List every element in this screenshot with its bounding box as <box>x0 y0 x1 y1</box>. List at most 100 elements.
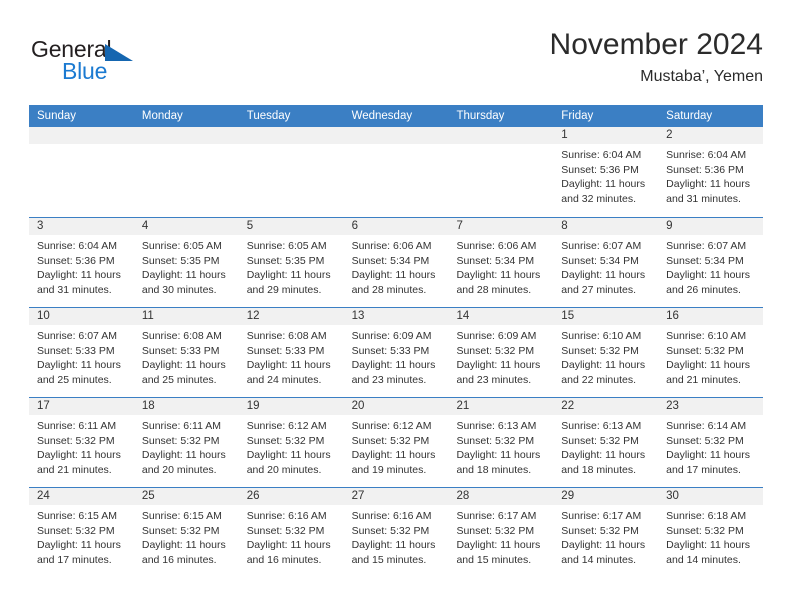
day-detail-line: Daylight: 11 hours <box>561 178 646 190</box>
day-details: Sunrise: 6:04 AM Sunset: 5:36 PM Daylight:… <box>29 235 134 297</box>
day-detail-line: Sunset: 5:32 PM <box>351 524 430 537</box>
day-cell-28[interactable]: 28 Sunrise: 6:17 AM Sunset: 5:32 PM Dayligh… <box>448 488 554 577</box>
day-details: Sunrise: 6:04 AM Sunset: 5:36 PM Daylight:… <box>658 144 763 206</box>
day-cell-empty <box>238 127 344 217</box>
day-cell-26[interactable]: 26 Sunrise: 6:16 AM Sunset: 5:32 PM Dayligh… <box>238 488 344 577</box>
day-detail-line: Sunset: 5:35 PM <box>246 254 325 267</box>
day-detail-line: Daylight: 11 hours <box>561 449 646 461</box>
day-number-band: 25 <box>133 488 239 505</box>
day-cell-1[interactable]: 1 Sunrise: 6:04 AM Sunset: 5:36 PM Daylight… <box>553 127 659 217</box>
day-details: Sunrise: 6:16 AM Sunset: 5:32 PM Daylight:… <box>344 505 449 567</box>
day-detail-line: and 19 minutes. <box>351 463 427 476</box>
day-cell-8[interactable]: 8 Sunrise: 6:07 AM Sunset: 5:34 PM Daylight… <box>553 218 659 307</box>
day-cell-18[interactable]: 18 Sunrise: 6:11 AM Sunset: 5:32 PM Dayligh… <box>133 398 239 487</box>
day-cell-20[interactable]: 20 Sunrise: 6:12 AM Sunset: 5:32 PM Dayligh… <box>343 398 449 487</box>
day-detail-line: Daylight: 11 hours <box>141 449 226 461</box>
day-number-band: 2 <box>658 127 764 144</box>
day-number-band: 19 <box>238 398 344 415</box>
day-cell-3[interactable]: 3 Sunrise: 6:04 AM Sunset: 5:36 PM Daylight… <box>29 218 134 307</box>
day-detail-line: Daylight: 11 hours <box>456 269 541 281</box>
day-cell-2[interactable]: 2 Sunrise: 6:04 AM Sunset: 5:36 PM Daylight… <box>658 127 764 217</box>
day-detail-line: and 17 minutes. <box>666 463 741 476</box>
day-detail-line: and 21 minutes. <box>666 373 741 386</box>
day-number-band: 1 <box>553 127 659 144</box>
day-detail-line: Sunset: 5:33 PM <box>37 344 115 357</box>
day-cell-16[interactable]: 16 Sunrise: 6:10 AM Sunset: 5:32 PM Dayligh… <box>658 308 764 397</box>
day-detail-line: and 20 minutes. <box>246 463 322 476</box>
day-detail-line: and 25 minutes. <box>141 373 217 386</box>
day-detail-line: Sunset: 5:32 PM <box>37 524 115 537</box>
day-details: Sunrise: 6:15 AM Sunset: 5:32 PM Daylight:… <box>29 505 134 567</box>
day-details: Sunrise: 6:16 AM Sunset: 5:32 PM Daylight:… <box>239 505 344 567</box>
day-detail-line: Sunrise: 6:07 AM <box>561 240 642 252</box>
day-cell-25[interactable]: 25 Sunrise: 6:15 AM Sunset: 5:32 PM Dayligh… <box>133 488 239 577</box>
day-detail-line: Sunrise: 6:07 AM <box>666 240 747 252</box>
day-number-band: 23 <box>658 398 764 415</box>
day-detail-line: and 14 minutes. <box>561 553 637 566</box>
day-cell-12[interactable]: 12 Sunrise: 6:08 AM Sunset: 5:33 PM Dayligh… <box>238 308 344 397</box>
day-cell-empty <box>29 127 134 217</box>
day-detail-line: Daylight: 11 hours <box>666 449 751 461</box>
day-number-band <box>238 127 344 144</box>
day-detail-line: Sunrise: 6:18 AM <box>666 510 747 522</box>
day-details: Sunrise: 6:08 AM Sunset: 5:33 PM Daylight:… <box>239 325 344 387</box>
day-cell-empty <box>133 127 239 217</box>
day-details: Sunrise: 6:08 AM Sunset: 5:33 PM Daylight:… <box>134 325 239 387</box>
page-header: General Blue November 2024 Mustaba’, Yem… <box>29 28 763 100</box>
day-cell-24[interactable]: 24 Sunrise: 6:15 AM Sunset: 5:32 PM Dayligh… <box>29 488 134 577</box>
day-detail-line: Daylight: 11 hours <box>246 359 331 371</box>
day-cell-5[interactable]: 5 Sunrise: 6:05 AM Sunset: 5:35 PM Daylight… <box>238 218 344 307</box>
day-details: Sunrise: 6:13 AM Sunset: 5:32 PM Daylight:… <box>553 415 658 477</box>
day-detail-line: Sunrise: 6:12 AM <box>351 420 432 432</box>
day-cell-23[interactable]: 23 Sunrise: 6:14 AM Sunset: 5:32 PM Dayligh… <box>658 398 764 487</box>
day-number-band: 18 <box>133 398 239 415</box>
day-detail-line: Sunset: 5:33 PM <box>351 344 430 357</box>
day-detail-line: Sunrise: 6:17 AM <box>561 510 642 522</box>
day-cell-22[interactable]: 22 Sunrise: 6:13 AM Sunset: 5:32 PM Dayligh… <box>553 398 659 487</box>
day-cell-15[interactable]: 15 Sunrise: 6:10 AM Sunset: 5:32 PM Dayligh… <box>553 308 659 397</box>
day-detail-line: Sunset: 5:36 PM <box>37 254 115 267</box>
day-number: 19 <box>246 400 260 412</box>
day-detail-line: Daylight: 11 hours <box>351 449 436 461</box>
day-cell-13[interactable]: 13 Sunrise: 6:09 AM Sunset: 5:33 PM Dayligh… <box>343 308 449 397</box>
day-detail-line: and 14 minutes. <box>666 553 741 566</box>
day-cell-17[interactable]: 17 Sunrise: 6:11 AM Sunset: 5:32 PM Dayligh… <box>29 398 134 487</box>
day-detail-line: Sunrise: 6:11 AM <box>141 420 222 432</box>
day-detail-line: Sunrise: 6:09 AM <box>351 330 432 342</box>
day-detail-line: and 17 minutes. <box>37 553 112 566</box>
day-cell-11[interactable]: 11 Sunrise: 6:08 AM Sunset: 5:33 PM Dayligh… <box>133 308 239 397</box>
day-details: Sunrise: 6:12 AM Sunset: 5:32 PM Daylight:… <box>239 415 344 477</box>
day-number-band: 15 <box>553 308 659 325</box>
day-number: 3 <box>37 220 44 232</box>
day-number-band: 7 <box>448 218 554 235</box>
day-detail-line: Sunrise: 6:05 AM <box>141 240 222 252</box>
day-detail-line: and 23 minutes. <box>456 373 532 386</box>
day-number-band: 6 <box>343 218 449 235</box>
day-cell-10[interactable]: 10 Sunrise: 6:07 AM Sunset: 5:33 PM Dayligh… <box>29 308 134 397</box>
weekday-header-tuesday: Tuesday <box>246 110 291 122</box>
day-detail-line: and 26 minutes. <box>666 283 741 296</box>
general-blue-logo[interactable]: General Blue <box>29 36 229 92</box>
day-detail-line: Daylight: 11 hours <box>37 539 121 551</box>
day-cell-9[interactable]: 9 Sunrise: 6:07 AM Sunset: 5:34 PM Daylight… <box>658 218 764 307</box>
weekday-header-row: Sunday Monday Tuesday Wednesday Thursday Frid… <box>29 105 763 127</box>
day-number-band: 9 <box>658 218 764 235</box>
day-cell-27[interactable]: 27 Sunrise: 6:16 AM Sunset: 5:32 PM Dayligh… <box>343 488 449 577</box>
day-cell-4[interactable]: 4 Sunrise: 6:05 AM Sunset: 5:35 PM Daylight… <box>133 218 239 307</box>
day-detail-line: Sunrise: 6:10 AM <box>561 330 642 342</box>
day-detail-line: and 21 minutes. <box>37 463 112 476</box>
day-detail-line: and 32 minutes. <box>561 192 637 205</box>
day-cell-19[interactable]: 19 Sunrise: 6:12 AM Sunset: 5:32 PM Dayligh… <box>238 398 344 487</box>
day-detail-line: Sunrise: 6:17 AM <box>456 510 537 522</box>
day-cell-21[interactable]: 21 Sunrise: 6:13 AM Sunset: 5:32 PM Dayligh… <box>448 398 554 487</box>
day-cell-7[interactable]: 7 Sunrise: 6:06 AM Sunset: 5:34 PM Daylight… <box>448 218 554 307</box>
day-details: Sunrise: 6:05 AM Sunset: 5:35 PM Daylight:… <box>239 235 344 297</box>
day-detail-line: Daylight: 11 hours <box>246 269 331 281</box>
day-cell-29[interactable]: 29 Sunrise: 6:17 AM Sunset: 5:32 PM Dayligh… <box>553 488 659 577</box>
day-detail-line: Sunrise: 6:07 AM <box>37 330 117 342</box>
day-cell-30[interactable]: 30 Sunrise: 6:18 AM Sunset: 5:32 PM Dayligh… <box>658 488 764 577</box>
day-details <box>134 144 239 148</box>
day-detail-line: and 15 minutes. <box>456 553 532 566</box>
day-cell-6[interactable]: 6 Sunrise: 6:06 AM Sunset: 5:34 PM Daylight… <box>343 218 449 307</box>
day-cell-14[interactable]: 14 Sunrise: 6:09 AM Sunset: 5:32 PM Dayligh… <box>448 308 554 397</box>
